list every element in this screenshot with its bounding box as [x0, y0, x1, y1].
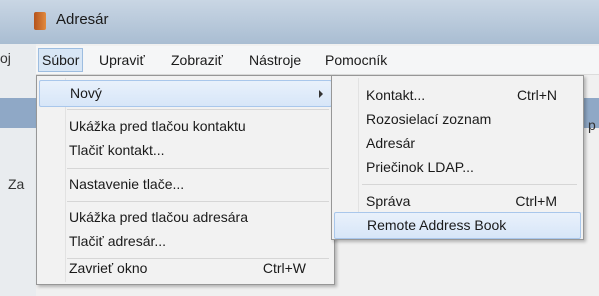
background-left-panel: [0, 44, 36, 296]
menu-item-novy[interactable]: Nový: [39, 80, 332, 107]
background-right-text: p: [588, 117, 596, 133]
menu-separator: [67, 201, 329, 202]
window-title: Adresár: [56, 11, 109, 28]
menu-item-label: Tlačiť adresár...: [69, 233, 167, 249]
menu-separator: [67, 109, 329, 110]
menu-item-label: Správa: [366, 193, 411, 209]
menu-item-print-setup[interactable]: Nastavenie tlače...: [39, 172, 330, 197]
submenu-item-contact[interactable]: Kontakt... Ctrl+N: [334, 83, 579, 108]
address-book-icon: [34, 12, 46, 30]
menu-zobrazit[interactable]: Zobraziť: [168, 49, 226, 71]
menu-nastroje[interactable]: Nástroje: [246, 49, 304, 71]
submenu-item-remote-address-book[interactable]: Remote Address Book: [334, 212, 581, 239]
menu-subor[interactable]: Súbor: [38, 48, 84, 72]
background-left-text: Za: [8, 176, 25, 192]
menu-item-label: Remote Address Book: [367, 217, 507, 233]
menu-item-preview-addressbook[interactable]: Ukážka pred tlačou adresára: [39, 205, 330, 230]
menu-item-shortcut: Ctrl+N: [516, 87, 557, 103]
title-bar: Adresár: [0, 0, 599, 44]
menu-pomocnik[interactable]: Pomocník: [322, 49, 390, 71]
menu-item-label: Priečinok LDAP...: [366, 159, 474, 175]
menu-item-shortcut: Ctrl+W: [262, 260, 306, 276]
submenu-item-message[interactable]: Správa Ctrl+M: [334, 189, 579, 214]
menu-item-shortcut: Ctrl+M: [515, 193, 557, 209]
background-left-text: oj: [0, 50, 11, 66]
submenu-item-mailing-list[interactable]: Rozosielací zoznam: [334, 107, 579, 132]
submenu-item-ldap-directory[interactable]: Priečinok LDAP...: [334, 155, 579, 180]
menu-item-preview-contact[interactable]: Ukážka pred tlačou kontaktu: [39, 114, 330, 139]
menu-item-label: Zavrieť okno: [69, 260, 148, 276]
menu-item-label: Ukážka pred tlačou adresára: [69, 209, 248, 225]
menu-item-label: Kontakt...: [366, 87, 426, 103]
submenu-item-address-book[interactable]: Adresár: [334, 131, 579, 156]
menu-upravit[interactable]: Upraviť: [96, 49, 148, 71]
menu-item-print-addressbook[interactable]: Tlačiť adresár...: [39, 229, 330, 254]
menu-item-label: Tlačiť kontakt...: [69, 142, 165, 158]
menu-item-label: Ukážka pred tlačou kontaktu: [69, 118, 246, 134]
background-left-strip: [0, 98, 36, 128]
menu-item-label: Nový: [70, 85, 102, 101]
menu-bar: Súbor Upraviť Zobraziť Nástroje Pomocník: [36, 46, 599, 75]
file-menu-dropdown: Nový Ukážka pred tlačou kontaktu Tlačiť …: [36, 75, 335, 285]
menu-item-label: Adresár: [366, 135, 416, 151]
menu-item-label: Rozosielací zoznam: [366, 111, 492, 127]
menu-separator: [67, 168, 329, 169]
submenu-arrow-icon: [319, 90, 323, 98]
menu-item-label: Nastavenie tlače...: [69, 176, 185, 192]
menu-item-print-contact[interactable]: Tlačiť kontakt...: [39, 138, 330, 163]
menu-item-close-window[interactable]: Zavrieť okno Ctrl+W: [39, 256, 330, 281]
new-submenu: Kontakt... Ctrl+N Rozosielací zoznam Adr…: [331, 75, 584, 240]
menu-separator: [362, 184, 577, 185]
